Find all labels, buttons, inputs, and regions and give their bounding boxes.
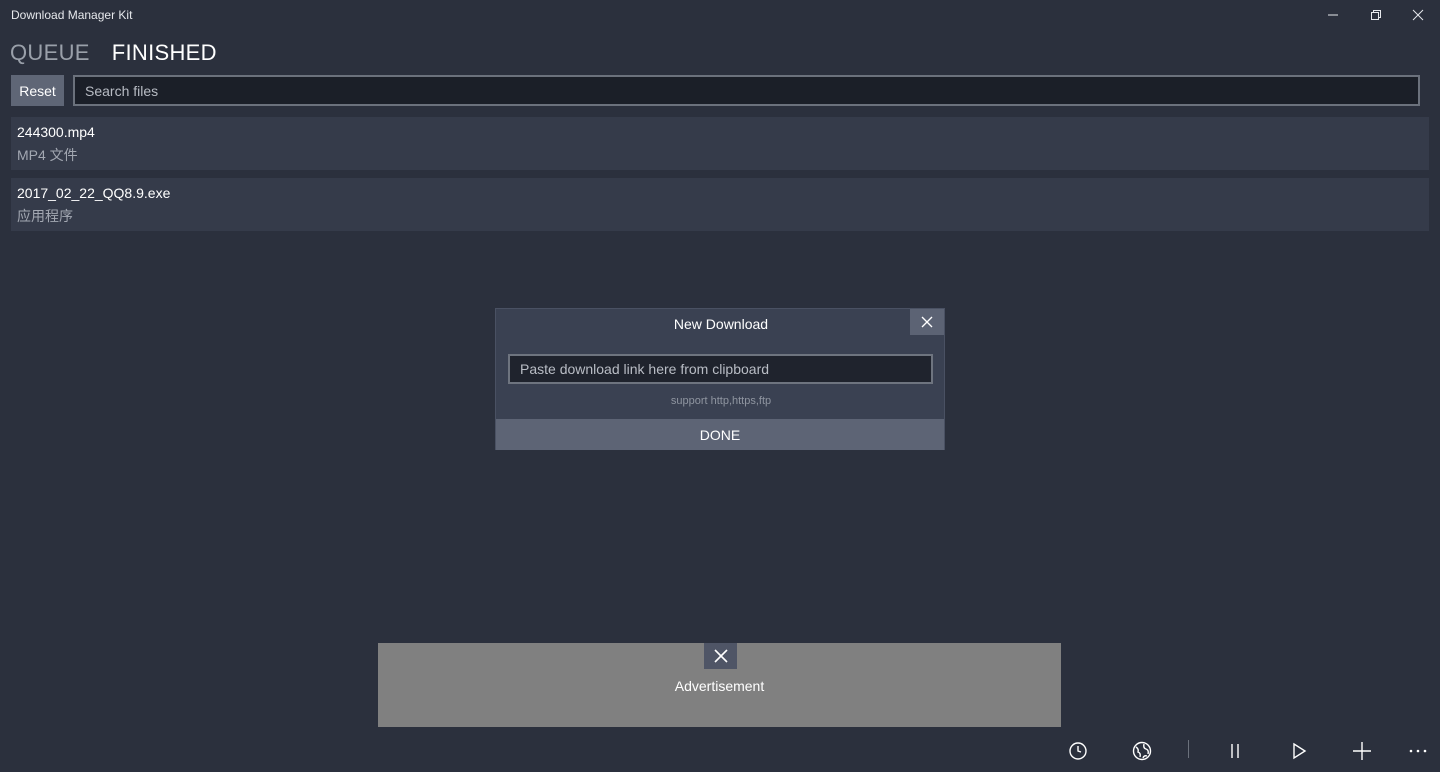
close-icon [921,316,933,328]
more-icon [1409,749,1427,753]
tab-finished[interactable]: FINISHED [112,40,217,70]
file-type: MP4 文件 [17,147,78,163]
file-name: 2017_02_22_QQ8.9.exe [17,185,171,201]
tab-bar: QUEUE FINISHED [10,40,217,70]
resume-all-button[interactable] [1279,735,1319,767]
minimize-button[interactable] [1311,0,1355,30]
pause-all-button[interactable] [1215,735,1255,767]
ad-close-button[interactable] [704,643,737,669]
dialog-close-button[interactable] [910,309,944,335]
pause-icon [1231,744,1239,758]
schedule-button[interactable] [1058,735,1098,767]
file-name: 244300.mp4 [17,124,95,140]
file-type: 应用程序 [17,208,73,224]
close-icon [1412,9,1424,21]
minimize-icon [1328,14,1338,16]
globe-icon [1132,741,1152,761]
restore-icon [1371,10,1381,20]
done-button[interactable]: DONE [496,419,944,450]
download-link-input[interactable] [508,354,933,384]
add-icon [1353,742,1371,760]
command-separator [1188,740,1189,758]
title-bar: Download Manager Kit [0,0,1440,30]
list-item[interactable]: 2017_02_22_QQ8.9.exe 应用程序 [11,178,1429,231]
protocol-hint: support http,https,ftp [670,395,772,407]
clock-icon [1069,742,1087,760]
more-button[interactable] [1398,735,1438,767]
add-download-button[interactable] [1342,735,1382,767]
list-item[interactable]: 244300.mp4 MP4 文件 [11,117,1429,170]
ad-label: Advertisement [674,678,765,694]
close-icon [713,649,728,663]
browser-button[interactable] [1122,735,1162,767]
close-button[interactable] [1396,0,1440,30]
play-icon [1293,742,1307,760]
reset-button[interactable]: Reset [11,75,64,106]
restore-button[interactable] [1354,0,1398,30]
tab-queue[interactable]: QUEUE [10,40,90,70]
advertisement-banner[interactable]: Advertisement [378,643,1061,727]
new-download-dialog: New Download support http,https,ftp DONE [495,308,945,450]
window-title: Download Manager Kit [11,8,133,22]
search-input[interactable] [73,75,1420,106]
dialog-title: New Download [673,315,769,332]
